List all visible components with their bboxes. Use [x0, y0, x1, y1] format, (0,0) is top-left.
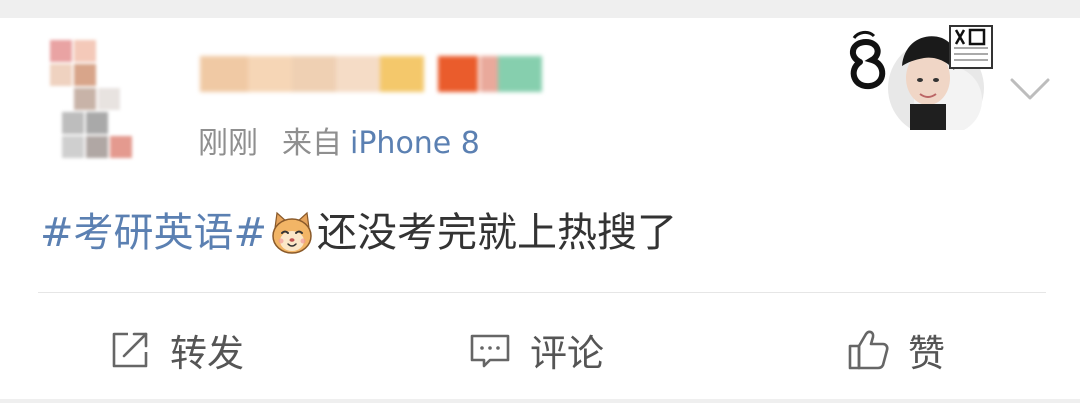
hashtag-link[interactable]: #考研英语# — [40, 204, 267, 262]
source-prefix: 来自 — [282, 126, 342, 161]
avatar-pixel — [62, 112, 84, 134]
comment-label: 评论 — [530, 332, 604, 375]
avatar-pixel — [74, 88, 96, 110]
post-time: 刚刚 — [198, 126, 258, 161]
username-blur-block — [200, 56, 248, 92]
avatar-pixel — [110, 136, 132, 158]
avatar-pixel — [86, 136, 108, 158]
avatar-pixel — [86, 112, 108, 134]
top-separator — [0, 0, 1080, 18]
repost-label: 转发 — [170, 332, 244, 375]
avatar-pixel — [98, 88, 120, 110]
like-button[interactable]: 赞 — [846, 322, 945, 378]
chevron-down-icon[interactable] — [1008, 72, 1052, 106]
avatar-pixel — [62, 136, 84, 158]
username-blur-block — [292, 56, 336, 92]
username-blur-block — [248, 56, 292, 92]
avatar-pixel — [50, 40, 72, 62]
cat-face-emoji-icon — [272, 211, 312, 254]
username-blur-block — [336, 56, 380, 92]
avatar-pixel — [50, 64, 72, 86]
avatar[interactable] — [40, 26, 190, 176]
username-blur-block — [380, 56, 424, 92]
post-body-text: 还没考完就上热搜了 — [317, 210, 678, 256]
avatar-pixel — [74, 40, 96, 62]
divider — [38, 292, 1046, 293]
like-label: 赞 — [908, 332, 945, 375]
comment-icon — [470, 334, 510, 368]
post-content: #考研英语# 还没考完就上热搜了 — [40, 204, 677, 262]
thumbs-up-icon — [848, 330, 889, 370]
header-card-decoration-icon[interactable] — [840, 22, 1000, 130]
repost-icon — [112, 332, 148, 368]
username-blur-block — [498, 56, 542, 92]
source-device-link[interactable]: iPhone 8 — [350, 126, 480, 161]
comment-button[interactable]: 评论 — [468, 322, 604, 378]
bottom-separator — [0, 399, 1080, 403]
username-blur-block — [438, 56, 478, 92]
username-blurred[interactable] — [190, 40, 560, 104]
repost-button[interactable]: 转发 — [108, 322, 244, 378]
avatar-pixel — [74, 64, 96, 86]
post-meta: 刚刚 来自 iPhone 8 — [198, 118, 480, 162]
